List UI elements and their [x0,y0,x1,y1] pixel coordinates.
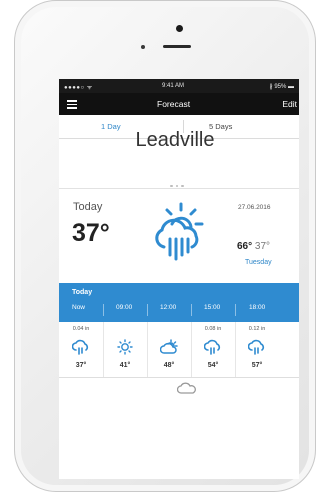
city-name: Leadville [135,129,215,151]
divider [59,188,299,189]
hourly-header: Today Now 09:00 12:00 15:00 18:00 [59,283,299,322]
hour-label-1500: 15:00 [204,304,221,311]
hourly-temperature: 37° [75,362,87,369]
next-day-row[interactable] [59,377,299,477]
hourly-temperature: 48° [163,362,175,369]
low-temperature: 37° [254,241,271,252]
earpiece-speaker [163,45,191,48]
page-dot [170,184,173,187]
signal-indicator: ●●●●○ ᯤ [64,85,93,91]
nav-title: Forecast [157,99,191,109]
hourly-temperature: 54° [207,362,219,369]
high-low-temperature: 66° 37° [237,241,270,252]
hour-divider [147,304,148,316]
hourly-section-label: Today [72,289,93,296]
edit-button[interactable]: Edit [282,99,297,109]
hourly-forecast-row: 0.04 in 37° 41° 48° 0.08 in 54° 0.12 in … [59,322,299,378]
phone-frame: ●●●●○ ᯤ 9:41 AM ∦ 95% ▬ Forecast Edit 1 … [14,0,316,492]
forecast-date: 27.06.2016 [238,204,271,211]
current-temperature: 37° [72,219,110,247]
hourly-cell-now[interactable]: 0.04 in 37° [59,322,104,377]
partly-cloudy-rain-icon [155,202,204,261]
cloud-icon [177,382,196,394]
hour-divider [103,304,104,316]
battery-indicator: ∦ 95% ▬ [269,84,294,90]
precipitation-amount: 0.04 in [72,326,90,332]
today-label: Today [73,201,103,213]
hourly-cell-1200[interactable]: 48° [147,322,192,377]
rain-icon [204,339,221,355]
hamburger-menu-icon[interactable] [67,100,77,109]
partly-cloudy-icon [160,339,178,354]
camera [176,25,183,32]
hour-label-1200: 12:00 [160,304,177,311]
page-dot [175,184,178,187]
weekday: Tuesday [245,259,272,266]
precipitation-amount: 0.12 in [248,326,266,332]
hour-divider [235,304,236,316]
hourly-cell-0900[interactable]: 41° [103,322,148,377]
high-temperature: 66° [237,241,253,252]
app-screen: ●●●●○ ᯤ 9:41 AM ∦ 95% ▬ Forecast Edit 1 … [59,79,299,479]
rain-icon [248,339,265,355]
proximity-sensor [141,45,145,49]
status-time: 9:41 AM [162,83,185,89]
rain-icon [72,339,89,355]
hourly-temperature: 41° [119,362,131,369]
hour-label-now: Now [72,304,86,311]
hourly-temperature: 57° [251,362,263,369]
hour-label-1800: 18:00 [249,304,266,311]
navigation-bar: Forecast Edit [59,93,299,115]
precipitation-amount: 0.08 in [204,326,222,332]
hour-label-0900: 09:00 [116,304,133,311]
status-bar: ●●●●○ ᯤ 9:41 AM ∦ 95% ▬ [59,79,299,93]
hour-divider [191,304,192,316]
sun-icon [117,339,133,355]
page-dot [181,184,184,187]
hourly-cell-1800[interactable]: 0.12 in 57° [235,322,279,377]
hourly-cell-1500[interactable]: 0.08 in 54° [191,322,236,377]
page-indicator[interactable] [170,174,187,192]
